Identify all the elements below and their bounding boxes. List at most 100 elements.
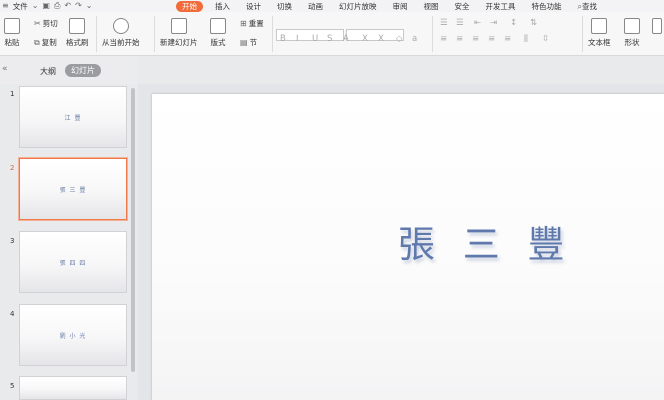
chevron-down-icon[interactable]: ⌄ xyxy=(86,2,93,10)
chevron-down-icon[interactable]: ⌄ xyxy=(32,2,39,10)
superscript-icon[interactable]: X xyxy=(362,34,368,44)
strikethrough-icon[interactable]: S xyxy=(327,34,332,44)
justify-icon[interactable]: ≡ xyxy=(488,34,495,44)
tab-features[interactable]: 特色功能 xyxy=(524,1,570,12)
format-painter-label: 格式刷 xyxy=(66,38,89,47)
paste-icon xyxy=(4,18,20,34)
current-slide[interactable]: 張 三 豐 xyxy=(152,94,664,400)
divider xyxy=(154,16,155,52)
line-spacing-icon[interactable]: ↕ xyxy=(510,18,517,28)
cut-button[interactable]: ✂ 剪切 xyxy=(34,18,58,29)
from-current-button[interactable]: 从当前开始 xyxy=(102,18,140,48)
font-color-icon[interactable]: A xyxy=(343,34,349,44)
reset-icon: ⊞ xyxy=(240,18,247,28)
scrollbar-thumb[interactable] xyxy=(131,88,135,372)
distribute-icon[interactable]: ≡ xyxy=(504,34,511,44)
paste-label: 粘贴 xyxy=(4,38,20,47)
section-button[interactable]: ▤ 节 xyxy=(240,37,257,48)
numbering-icon[interactable]: ☰ xyxy=(456,18,464,28)
shape-button[interactable]: 形状 xyxy=(624,18,640,48)
more-icon xyxy=(652,18,662,34)
slide-number: 5 xyxy=(10,382,15,390)
new-slide-icon xyxy=(170,18,187,34)
ribbon: 粘贴 ✂ 剪切 ⧉ 复制 格式刷 从当前开始 新建幻灯片 版式 ⊞ 重置 ▤ 节 B I… xyxy=(0,12,664,56)
tab-insert[interactable]: 插入 xyxy=(207,1,238,12)
italic-icon[interactable]: I xyxy=(296,34,299,44)
undo-icon[interactable]: ↶ xyxy=(64,2,71,10)
search-button[interactable]: ⌕查找 xyxy=(578,1,597,12)
indent-icon[interactable]: ⇤ xyxy=(474,18,481,28)
shape-label: 形状 xyxy=(624,38,640,47)
copy-button[interactable]: ⧉ 复制 xyxy=(34,37,57,48)
copy-label: 复制 xyxy=(41,38,57,47)
slide-number: 1 xyxy=(10,90,15,98)
cut-label: 剪切 xyxy=(42,19,58,28)
align-center-icon[interactable]: ≡ xyxy=(456,34,463,44)
layout-button[interactable]: 版式 xyxy=(210,18,226,48)
divider xyxy=(582,16,583,52)
paste-button[interactable]: 粘贴 xyxy=(4,18,20,48)
tab-slideshow[interactable]: 幻灯片放映 xyxy=(331,1,385,12)
columns-icon[interactable]: ⫼ xyxy=(524,34,528,44)
tab-animation[interactable]: 动画 xyxy=(300,1,331,12)
slide-thumbnail[interactable]: 劉 小 光 xyxy=(19,304,127,366)
section-icon: ▤ xyxy=(240,37,248,47)
thumbnail-text: 劉 小 光 xyxy=(59,332,87,340)
tab-security[interactable]: 安全 xyxy=(447,1,478,12)
slide-number: 4 xyxy=(10,310,15,318)
underline-icon[interactable]: U xyxy=(312,34,318,44)
vertical-align-icon[interactable]: ⇳ xyxy=(542,34,549,44)
divider xyxy=(432,16,433,52)
tab-transition[interactable]: 切换 xyxy=(269,1,300,12)
slide-thumbnail-selected[interactable]: 張 三 豐 xyxy=(19,158,127,220)
slide-number: 3 xyxy=(10,237,15,245)
slide-thumbnail[interactable] xyxy=(19,376,127,400)
slide-number: 2 xyxy=(10,164,15,172)
new-slide-button[interactable]: 新建幻灯片 xyxy=(160,18,198,48)
layout-icon xyxy=(210,18,226,34)
from-current-label: 从当前开始 xyxy=(102,38,140,47)
more-button[interactable] xyxy=(652,18,662,37)
format-painter-button[interactable]: 格式刷 xyxy=(66,18,89,48)
tab-review[interactable]: 审阅 xyxy=(385,1,416,12)
text-direction-icon[interactable]: ⇅ xyxy=(530,18,537,28)
textbox-icon xyxy=(591,18,608,34)
menu-bar: ≡ 文件 ⌄ ▣ ⎙ ↶ ↷ ⌄ 开始 插入 设计 切换 动画 幻灯片放映 审阅… xyxy=(0,0,664,12)
outdent-icon[interactable]: ⇥ xyxy=(490,18,497,28)
subscript-icon[interactable]: X xyxy=(378,34,384,44)
brush-icon xyxy=(69,18,86,34)
textbox-label: 文本框 xyxy=(588,38,611,47)
reset-button[interactable]: ⊞ 重置 xyxy=(240,18,264,29)
tab-design[interactable]: 设计 xyxy=(238,1,269,12)
shape-icon xyxy=(624,18,640,34)
tab-home[interactable]: 开始 xyxy=(176,0,203,12)
bullets-icon[interactable]: ☰ xyxy=(440,18,448,28)
char-spacing-icon[interactable]: a xyxy=(412,34,417,44)
bold-icon[interactable]: B xyxy=(280,34,286,44)
slide-thumbnail[interactable]: 江 豐 xyxy=(19,86,127,148)
file-menu[interactable]: 文件 xyxy=(13,1,28,12)
tab-outline[interactable]: 大纲 xyxy=(40,66,56,77)
textbox-button[interactable]: 文本框 xyxy=(588,18,611,48)
redo-icon[interactable]: ↷ xyxy=(75,2,82,10)
section-label: 节 xyxy=(249,38,258,47)
tab-developer[interactable]: 开发工具 xyxy=(478,1,524,12)
new-slide-label: 新建幻灯片 xyxy=(160,38,198,47)
slide-title-text[interactable]: 張 三 豐 xyxy=(398,214,573,268)
align-left-icon[interactable]: ≡ xyxy=(440,34,447,44)
collapse-panel-icon[interactable]: « xyxy=(2,64,8,74)
print-icon[interactable]: ⎙ xyxy=(54,2,60,10)
tab-view[interactable]: 视图 xyxy=(416,1,447,12)
clear-format-icon[interactable]: ◇ xyxy=(396,34,403,44)
font-name-dropdown[interactable] xyxy=(276,29,344,41)
save-icon[interactable]: ▣ xyxy=(42,2,50,10)
tab-slides[interactable]: 幻灯片 xyxy=(65,64,101,77)
thumbnail-text: 江 豐 xyxy=(64,114,82,122)
thumbnail-text: 張 三 豐 xyxy=(59,186,87,194)
slide-thumbnail-panel: 1 江 豐 2 張 三 豐 3 張 四 四 4 劉 小 光 5 xyxy=(0,84,138,400)
ribbon-tabs: 开始 插入 设计 切换 动画 幻灯片放映 审阅 视图 安全 开发工具 特色功能 xyxy=(172,0,570,12)
align-right-icon[interactable]: ≡ xyxy=(472,34,479,44)
slide-thumbnail[interactable]: 張 四 四 xyxy=(19,231,127,293)
menu-icon[interactable]: ≡ xyxy=(2,2,9,10)
reset-label: 重置 xyxy=(248,19,264,28)
